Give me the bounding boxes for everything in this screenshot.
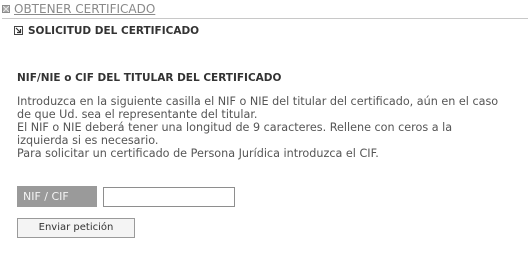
header-bar: OBTENER CERTIFICADO [2,1,528,19]
subsection-title: SOLICITUD DEL CERTIFICADO [28,25,200,37]
instructions-line: Para solicitar un certificado de Persona… [17,147,379,160]
instructions-line: izquierda si es necesario. [17,134,159,147]
instructions-line: de que Ud. sea el representante del titu… [17,108,258,121]
nif-cif-label: NIF / CIF [17,186,97,207]
instructions-line: Introduzca en la siguiente casilla el NI… [17,95,499,108]
instructions-line: El NIF o NIE deberá tener una longitud d… [17,121,453,134]
arrow-box-icon [14,26,23,35]
enviar-peticion-button[interactable]: Enviar petición [17,218,135,238]
obtener-certificado-link[interactable]: OBTENER CERTIFICADO [14,2,155,16]
collapse-box-icon[interactable] [2,5,10,13]
nif-cif-input[interactable] [103,187,235,207]
instructions-paragraph: Introduzca en la siguiente casilla el NI… [17,95,512,160]
section-heading: NIF/NIE o CIF DEL TITULAR DEL CERTIFICAD… [17,72,282,84]
